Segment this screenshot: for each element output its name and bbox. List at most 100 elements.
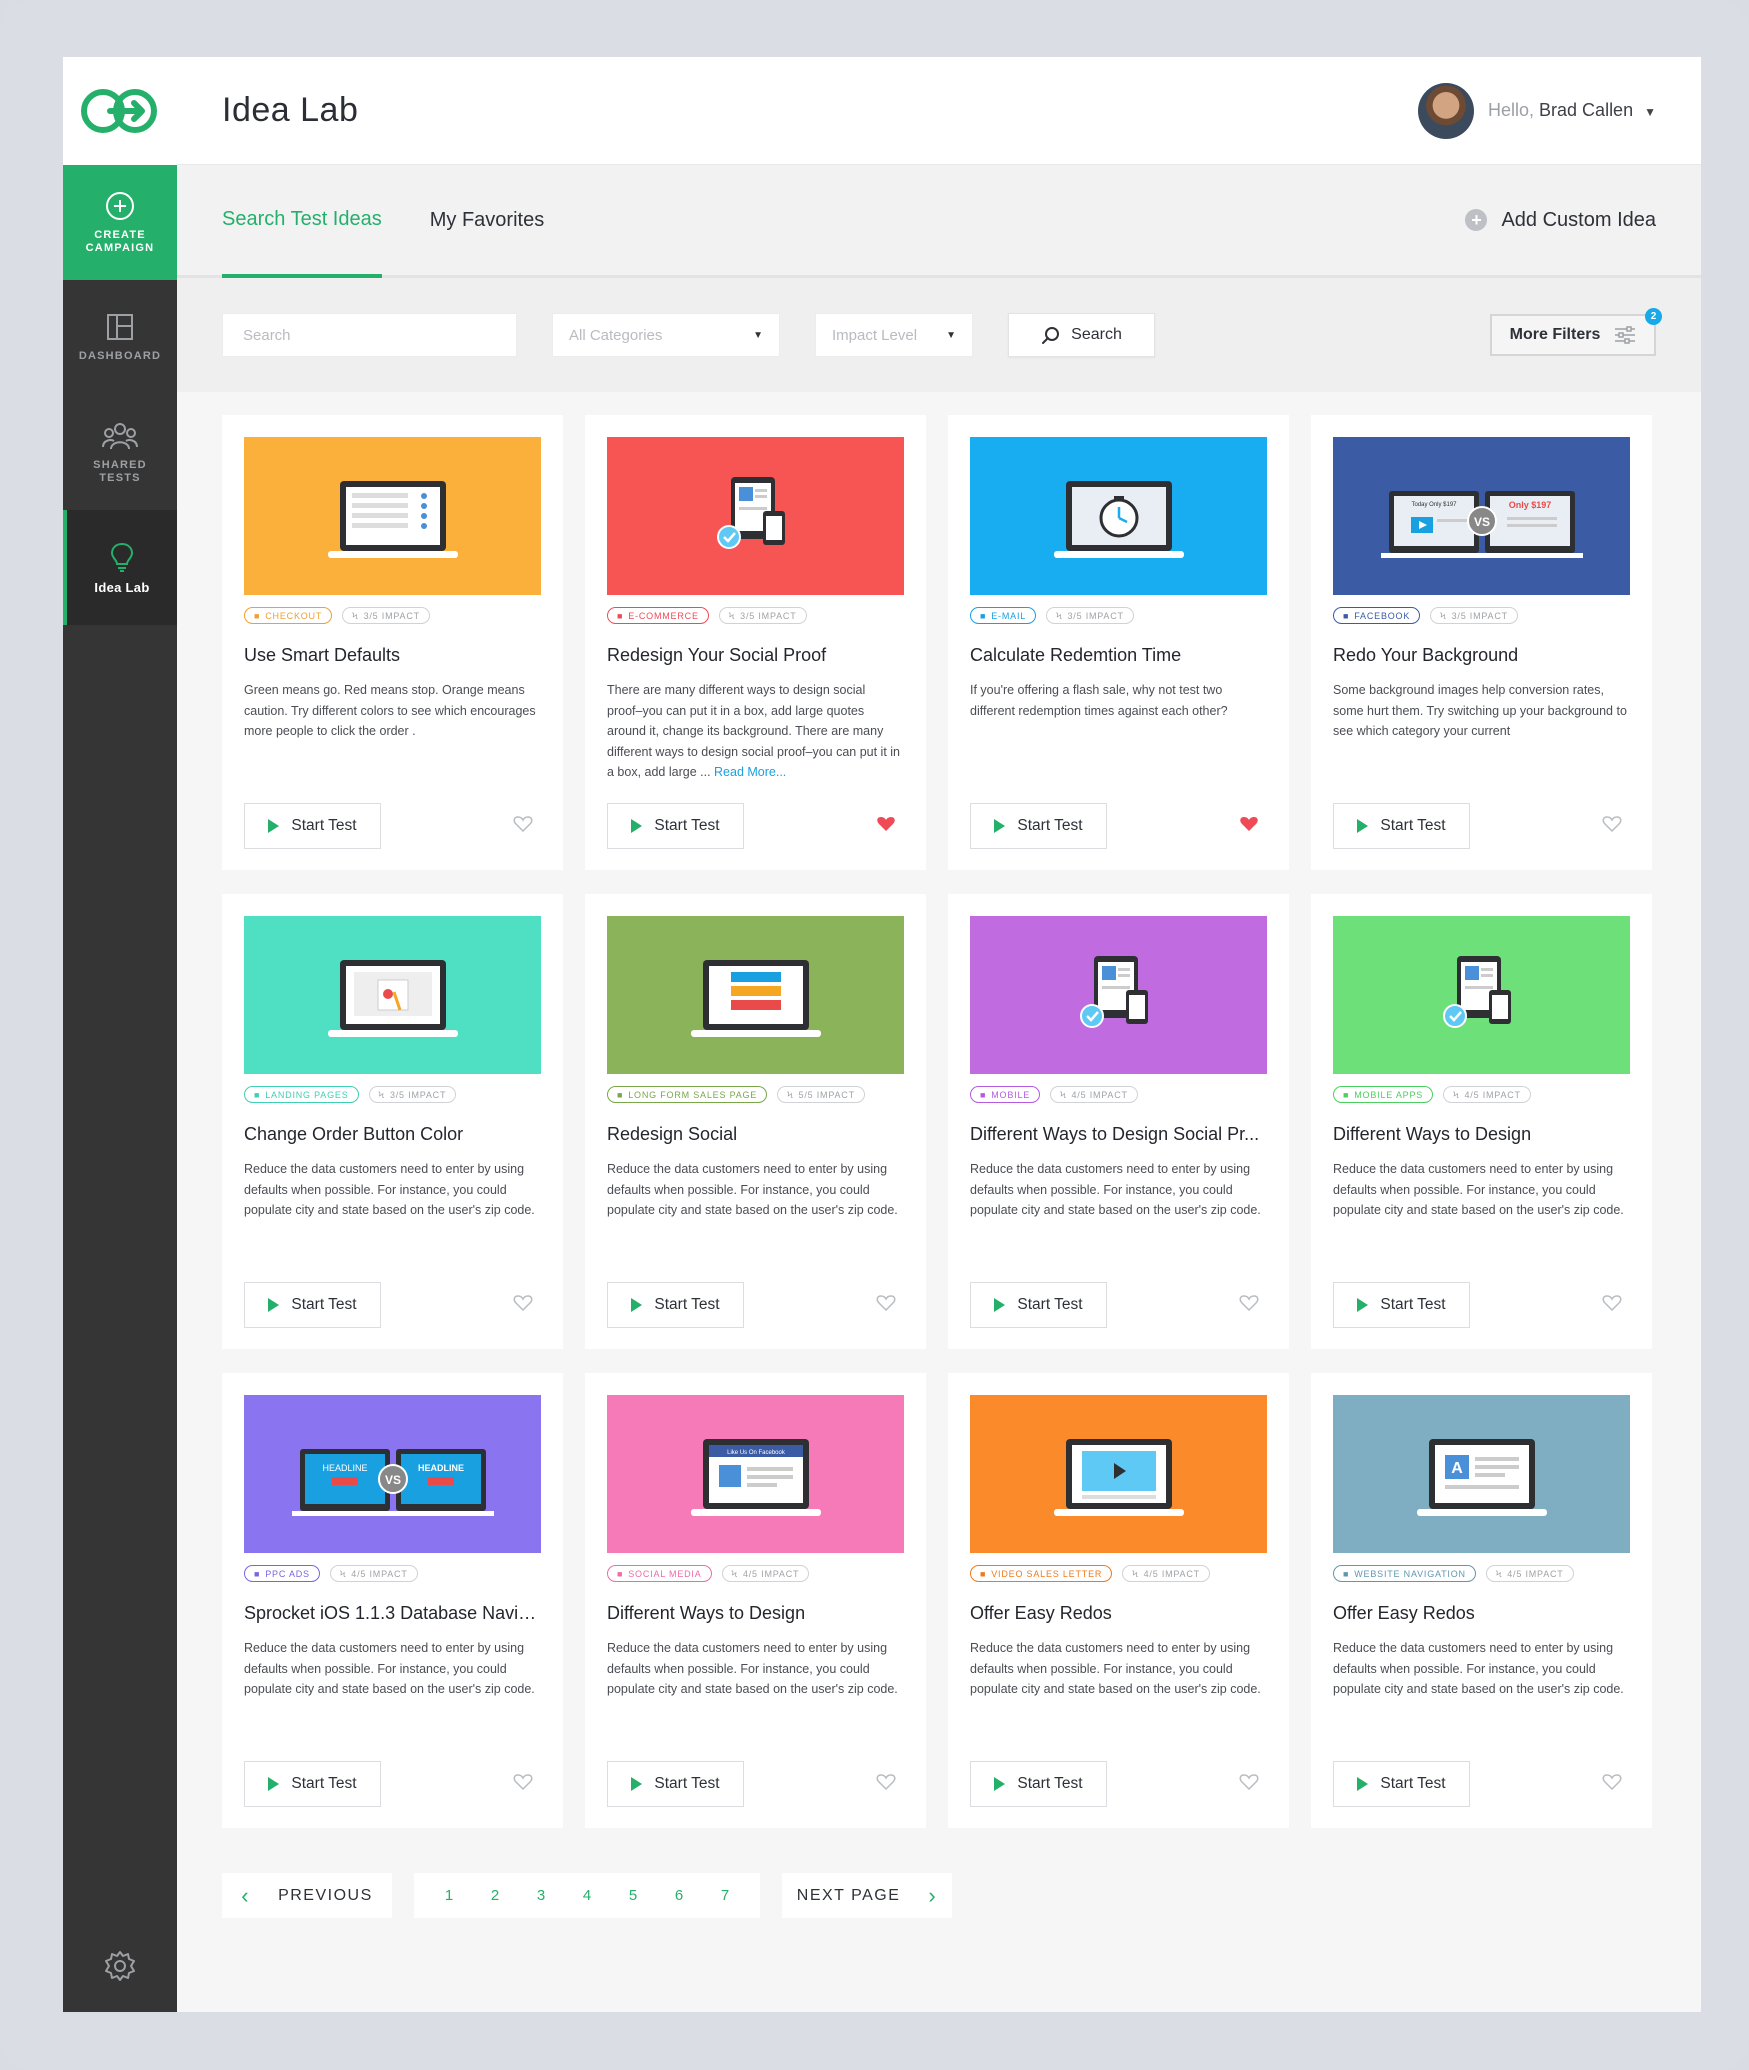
start-test-button[interactable]: Start Test — [244, 1282, 381, 1328]
start-test-button[interactable]: Start Test — [970, 1761, 1107, 1807]
play-icon — [1357, 819, 1369, 833]
card-tags: ■ CHECKOUT ϟ 3/5 IMPACT — [244, 607, 541, 625]
start-test-button[interactable]: Start Test — [1333, 1761, 1470, 1807]
card-title[interactable]: Different Ways to Design — [1333, 1124, 1630, 1145]
logo[interactable] — [63, 57, 177, 165]
card-title[interactable]: Offer Easy Redos — [1333, 1603, 1630, 1624]
heart-icon[interactable] — [513, 814, 533, 839]
tab-search-test-ideas[interactable]: Search Test Ideas — [222, 165, 382, 278]
category-tag[interactable]: ■ LANDING PAGES — [244, 1086, 359, 1103]
page-number-button[interactable]: 5 — [610, 1887, 656, 1904]
impact-level-select[interactable]: Impact Level ▼ — [815, 313, 973, 357]
dashboard-icon — [107, 314, 133, 340]
thumbnail-illustration — [1442, 956, 1511, 1028]
category-tag[interactable]: ■ WEBSITE NAVIGATION — [1333, 1565, 1476, 1582]
read-more-link[interactable]: Read More... — [714, 765, 786, 779]
page-number-button[interactable]: 3 — [518, 1887, 564, 1904]
page-number-button[interactable]: 6 — [656, 1887, 702, 1904]
heart-icon[interactable] — [513, 1772, 533, 1797]
page-number-button[interactable]: 4 — [564, 1887, 610, 1904]
heart-icon[interactable] — [876, 1772, 896, 1797]
card-title[interactable]: Redesign Your Social Proof — [607, 645, 904, 666]
category-tag[interactable]: ■ CHECKOUT — [244, 607, 333, 624]
thumbnail-illustration: Like Us On Facebook — [690, 1439, 821, 1516]
sidebar-item-dashboard[interactable]: DASHBOARD — [63, 280, 177, 395]
settings-button[interactable] — [63, 1950, 177, 1982]
card-thumbnail[interactable] — [970, 1395, 1267, 1553]
add-custom-idea-button[interactable]: + Add Custom Idea — [1465, 209, 1656, 232]
heart-filled-icon[interactable] — [876, 814, 896, 839]
start-test-button[interactable]: Start Test — [970, 1282, 1107, 1328]
heart-icon[interactable] — [513, 1293, 533, 1318]
category-tag[interactable]: ■ E-COMMERCE — [607, 607, 709, 624]
heart-icon[interactable] — [1239, 1293, 1259, 1318]
sidebar-item-shared-tests[interactable]: SHARED TESTS — [63, 395, 177, 510]
search-input[interactable]: Search — [222, 313, 517, 357]
category-tag[interactable]: ■ SOCIAL MEDIA — [607, 1565, 712, 1582]
card-title[interactable]: Different Ways to Design — [607, 1603, 904, 1624]
sidebar-item-idea-lab[interactable]: Idea Lab — [63, 510, 177, 625]
start-test-button[interactable]: Start Test — [244, 1761, 381, 1807]
filter-bar: Search All Categories ▼ Impact Level ▼ S… — [177, 278, 1701, 392]
card-thumbnail[interactable]: Today Only $197 Only $197 VS — [1333, 437, 1630, 595]
start-test-button[interactable]: Start Test — [970, 803, 1107, 849]
idea-card: Like Us On Facebook ■ SOCIAL MEDIA ϟ 4/5 IMP… — [585, 1373, 926, 1828]
card-thumbnail[interactable]: HEADLINE HEADLINE VS — [244, 1395, 541, 1553]
category-tag[interactable]: ■ VIDEO SALES LETTER — [970, 1565, 1113, 1582]
page-number-button[interactable]: 7 — [702, 1887, 748, 1904]
bolt-icon: ϟ — [787, 1089, 794, 1100]
impact-tag: ϟ 4/5 IMPACT — [329, 1565, 418, 1582]
heart-filled-icon[interactable] — [1239, 814, 1259, 839]
start-test-button[interactable]: Start Test — [607, 1761, 744, 1807]
start-test-button[interactable]: Start Test — [607, 803, 744, 849]
search-button[interactable]: Search — [1008, 313, 1155, 357]
card-footer: Start Test — [1333, 803, 1630, 849]
card-thumbnail[interactable] — [1333, 916, 1630, 1074]
card-title[interactable]: Sprocket iOS 1.1.3 Database Navig... — [244, 1603, 541, 1624]
start-test-button[interactable]: Start Test — [607, 1282, 744, 1328]
card-thumbnail[interactable] — [970, 916, 1267, 1074]
start-test-button[interactable]: Start Test — [1333, 1282, 1470, 1328]
card-thumbnail[interactable] — [244, 916, 541, 1074]
previous-label: PREVIOUS — [278, 1886, 373, 1904]
heart-icon[interactable] — [1239, 1772, 1259, 1797]
category-label: MOBILE — [991, 1089, 1031, 1100]
card-title[interactable]: Calculate Redemtion Time — [970, 645, 1267, 666]
card-title[interactable]: Redo Your Background — [1333, 645, 1630, 666]
category-tag[interactable]: ■ E-MAIL — [970, 607, 1037, 624]
card-thumbnail[interactable]: Like Us On Facebook — [607, 1395, 904, 1553]
card-thumbnail[interactable] — [607, 437, 904, 595]
card-title[interactable]: Different Ways to Design Social Pr... — [970, 1124, 1267, 1145]
category-tag[interactable]: ■ MOBILE — [970, 1086, 1041, 1103]
card-thumbnail[interactable] — [970, 437, 1267, 595]
card-title[interactable]: Offer Easy Redos — [970, 1603, 1267, 1624]
card-title[interactable]: Use Smart Defaults — [244, 645, 541, 666]
start-test-button[interactable]: Start Test — [244, 803, 381, 849]
category-tag[interactable]: ■ FACEBOOK — [1333, 607, 1421, 624]
category-tag[interactable]: ■ PPC ADS — [244, 1565, 320, 1582]
categories-select[interactable]: All Categories ▼ — [552, 313, 780, 357]
start-test-button[interactable]: Start Test — [1333, 803, 1470, 849]
user-menu[interactable]: Hello, Brad Callen ▼ — [1417, 82, 1656, 139]
page-number-button[interactable]: 1 — [426, 1887, 472, 1904]
thumbnail-illustration — [327, 481, 458, 558]
card-thumbnail[interactable] — [244, 437, 541, 595]
previous-page-button[interactable]: ‹ PREVIOUS — [222, 1873, 392, 1918]
heart-icon[interactable] — [876, 1293, 896, 1318]
more-filters-button[interactable]: More Filters 2 — [1490, 308, 1662, 356]
card-title[interactable]: Change Order Button Color — [244, 1124, 541, 1145]
heart-icon[interactable] — [1602, 1293, 1622, 1318]
create-campaign-button[interactable]: CREATE CAMPAIGN — [63, 165, 177, 280]
heart-icon[interactable] — [1602, 814, 1622, 839]
card-thumbnail[interactable]: A — [1333, 1395, 1630, 1553]
category-tag[interactable]: ■ MOBILE APPS — [1333, 1086, 1434, 1103]
bolt-icon: ϟ — [731, 1568, 738, 1579]
tab-my-favorites[interactable]: My Favorites — [430, 164, 544, 277]
page-number-button[interactable]: 2 — [472, 1887, 518, 1904]
heart-icon[interactable] — [1602, 1772, 1622, 1797]
card-title[interactable]: Redesign Social — [607, 1124, 904, 1145]
category-tag[interactable]: ■ LONG FORM SALES PAGE — [607, 1086, 768, 1103]
card-thumbnail[interactable] — [607, 916, 904, 1074]
impact-label: 4/5 IMPACT — [742, 1568, 800, 1579]
next-page-button[interactable]: NEXT PAGE › — [782, 1873, 952, 1918]
